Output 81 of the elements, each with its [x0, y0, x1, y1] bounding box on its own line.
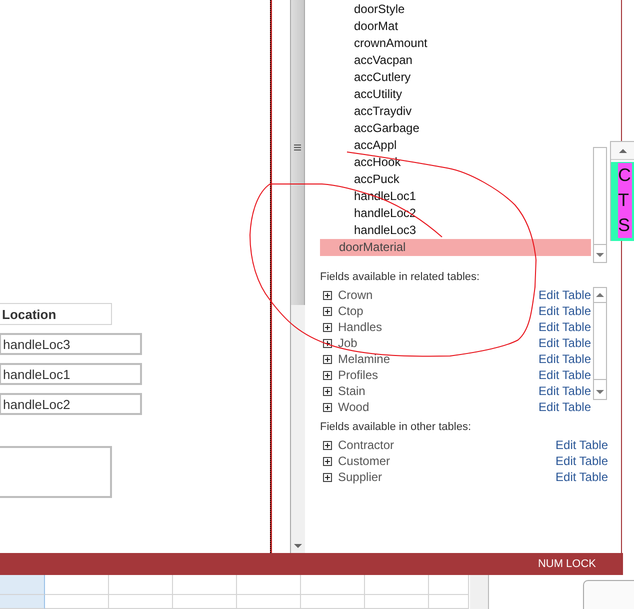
scrollbar[interactable]	[593, 147, 607, 263]
num-lock-indicator: NUM LOCK	[538, 558, 596, 570]
text-box[interactable]: handleLoc2	[0, 393, 142, 415]
grid-cell	[45, 595, 109, 609]
edit-table-link[interactable]: Edit Table	[538, 336, 591, 350]
expand-icon[interactable]	[323, 322, 332, 332]
field-item[interactable]: accPuck	[320, 171, 591, 188]
grid-cell	[237, 595, 301, 609]
table-name[interactable]: Supplier	[338, 470, 382, 484]
expand-icon[interactable]	[323, 386, 332, 396]
edit-table-link[interactable]: Edit Table	[556, 454, 608, 468]
expand-icon[interactable]	[323, 370, 332, 380]
grid-cell	[365, 595, 429, 609]
table-name[interactable]: Contractor	[338, 438, 394, 452]
field-item[interactable]: doorMat	[320, 18, 591, 35]
edit-table-link[interactable]: Edit Table	[556, 470, 608, 484]
field-item[interactable]: handleLoc3	[320, 222, 591, 239]
grid-cell	[0, 575, 45, 595]
table-name[interactable]: Crown	[338, 288, 373, 302]
scrollbar[interactable]	[290, 0, 305, 553]
table-name[interactable]: Melamine	[338, 352, 390, 366]
text-box[interactable]: handleLoc1	[0, 363, 142, 385]
table-name[interactable]: Profiles	[338, 368, 378, 382]
edit-table-link[interactable]: Edit Table	[538, 368, 591, 382]
table-name[interactable]: Ctop	[338, 304, 364, 318]
expand-icon[interactable]	[323, 306, 332, 316]
field-item[interactable]: accAppl	[320, 137, 591, 154]
down-arrow-icon[interactable]	[596, 390, 604, 395]
expand-icon[interactable]	[323, 440, 332, 450]
edit-table-link[interactable]: Edit Table	[538, 384, 591, 398]
expand-icon[interactable]	[323, 354, 332, 364]
grid-cell	[301, 575, 365, 595]
widget-letter: S	[618, 213, 632, 238]
text-box[interactable]: handleLoc3	[0, 333, 142, 355]
grip-icon	[294, 144, 301, 151]
grid-cell	[45, 575, 109, 595]
field-item[interactable]: accGarbage	[320, 120, 591, 137]
edit-table-link[interactable]: Edit Table	[538, 288, 591, 302]
grid-cell	[429, 575, 469, 595]
edit-table-link[interactable]: Edit Table	[538, 320, 591, 334]
table-name[interactable]: Wood	[338, 400, 370, 414]
table-name[interactable]: Customer	[338, 454, 390, 468]
grid-cell	[173, 595, 237, 609]
edit-table-link[interactable]: Edit Table	[556, 438, 608, 452]
scrollbar[interactable]	[593, 287, 607, 400]
down-arrow-icon[interactable]	[596, 253, 604, 258]
grid-cell	[301, 595, 365, 609]
table-name[interactable]: Handles	[338, 320, 382, 334]
grid-cell	[365, 575, 429, 595]
expand-icon[interactable]	[323, 456, 332, 466]
field-item[interactable]: crownAmount	[320, 35, 591, 52]
grid-cell	[429, 595, 469, 609]
field-item[interactable]: accTraydiv	[320, 103, 591, 120]
grid-cell	[237, 575, 301, 595]
down-arrow-icon[interactable]	[294, 544, 302, 549]
field-item[interactable]: doorStyle	[320, 1, 591, 18]
table-name[interactable]: Job	[338, 336, 358, 350]
section-heading: Fields available in related tables:	[320, 271, 481, 285]
scrollbar[interactable]	[470, 575, 489, 609]
field-item[interactable]: accVacpan	[320, 52, 591, 69]
up-arrow-icon[interactable]	[596, 292, 604, 297]
section-heading: Fields available in other tables:	[320, 421, 472, 435]
edit-table-link[interactable]: Edit Table	[538, 304, 591, 318]
edit-table-link[interactable]: Edit Table	[538, 400, 591, 414]
field-item[interactable]: doorMaterial	[320, 239, 591, 256]
grid-cell	[109, 595, 173, 609]
field-item[interactable]: accUtility	[320, 86, 591, 103]
field-item[interactable]: accHook	[320, 154, 591, 171]
expand-icon[interactable]	[323, 472, 332, 482]
expand-icon[interactable]	[323, 290, 332, 300]
grid-cell	[0, 595, 45, 609]
grid-cell	[109, 575, 173, 595]
location-label: Location	[0, 303, 112, 325]
widget-letter: C	[618, 163, 632, 188]
edit-table-link[interactable]: Edit Table	[538, 352, 591, 366]
up-arrow-icon[interactable]	[619, 148, 627, 153]
field-item[interactable]: accCutlery	[320, 69, 591, 86]
expand-icon[interactable]	[323, 402, 332, 412]
grid-cell	[173, 575, 237, 595]
table-name[interactable]: Stain	[338, 384, 366, 398]
widget-letter: T	[618, 188, 632, 213]
